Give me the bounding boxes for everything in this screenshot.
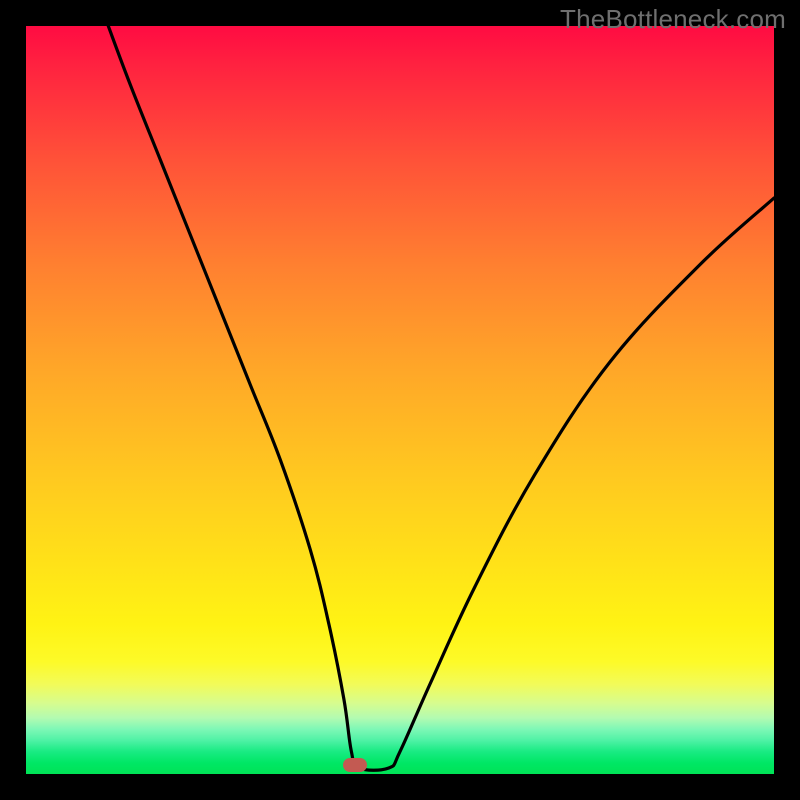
optimal-point-marker bbox=[343, 758, 367, 772]
bottleneck-curve bbox=[26, 26, 774, 774]
plot-area bbox=[26, 26, 774, 774]
chart-frame: TheBottleneck.com bbox=[0, 0, 800, 800]
watermark-text: TheBottleneck.com bbox=[560, 4, 786, 35]
